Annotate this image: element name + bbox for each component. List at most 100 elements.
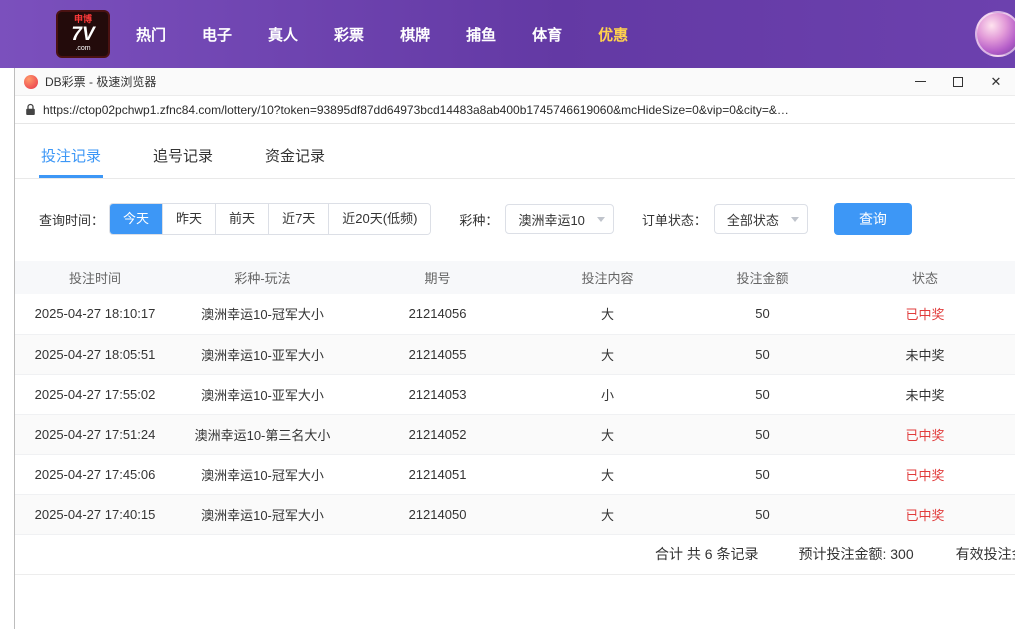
play-cell: 澳洲幸运10-亚军大小 xyxy=(175,334,350,375)
main-nav: 热门 电子 真人 彩票 棋牌 捕鱼 体育 优惠 xyxy=(136,24,664,45)
minimize-icon xyxy=(914,81,926,82)
bet-time-cell: 2025-04-27 17:51:24 xyxy=(15,414,175,455)
header-issue: 期号 xyxy=(350,261,525,294)
lottery-filter-label: 彩种： xyxy=(459,212,499,228)
minimize-button[interactable] xyxy=(901,68,939,96)
header-status: 状态 xyxy=(835,261,1015,294)
user-avatar[interactable] xyxy=(975,11,1015,57)
time-option-7days[interactable]: 近7天 xyxy=(268,204,329,234)
status-cell: 已中奖 xyxy=(835,494,1015,535)
play-cell: 澳洲幸运10-第三名大小 xyxy=(175,414,350,455)
issue-cell: 21214051 xyxy=(350,454,525,495)
chevron-down-icon xyxy=(790,216,799,222)
summary-bar: 合计 共 6 条记录 预计投注金额: 300 有效投注金 xyxy=(15,535,1015,575)
ssl-lock-icon xyxy=(26,103,35,115)
site-logo[interactable]: 申博 7V .com xyxy=(56,10,110,58)
status-cell: 已中奖 xyxy=(835,454,1015,495)
content-cell: 大 xyxy=(525,414,690,455)
time-range-group: 今天 昨天 前天 近7天 近20天(低频) xyxy=(109,203,432,235)
amount-cell: 50 xyxy=(690,334,835,375)
nav-item-live[interactable]: 真人 xyxy=(268,24,298,45)
header-bet-time: 投注时间 xyxy=(15,261,175,294)
content-cell: 大 xyxy=(525,494,690,535)
bet-time-cell: 2025-04-27 18:05:51 xyxy=(15,334,175,375)
logo-main-text: 7V xyxy=(71,24,95,46)
browser-window: DB彩票 - 极速浏览器 ✕ https://ctop02pchwp1.zfnc… xyxy=(14,68,1015,629)
amount-cell: 50 xyxy=(690,494,835,535)
tab-bet-records[interactable]: 投注记录 xyxy=(39,131,104,178)
content-cell: 大 xyxy=(525,454,690,495)
bet-time-cell: 2025-04-27 17:55:02 xyxy=(15,374,175,415)
order-status-value: 全部状态 xyxy=(726,212,779,228)
table-row[interactable]: 2025-04-27 17:51:24 澳洲幸运10-第三名大小 2121405… xyxy=(15,414,1015,455)
amount-cell: 50 xyxy=(690,414,835,455)
time-filter-label: 查询时间： xyxy=(39,212,105,228)
window-title: DB彩票 - 极速浏览器 xyxy=(45,75,157,89)
record-tabs: 投注记录 追号记录 资金记录 xyxy=(15,131,1015,179)
close-button[interactable]: ✕ xyxy=(977,68,1015,96)
nav-item-promotions[interactable]: 优惠 xyxy=(598,24,628,45)
nav-item-hot[interactable]: 热门 xyxy=(136,24,166,45)
time-option-today[interactable]: 今天 xyxy=(110,204,163,234)
lottery-select-value: 澳洲幸运10 xyxy=(518,212,585,228)
search-button[interactable]: 查询 xyxy=(833,203,912,235)
status-cell: 已中奖 xyxy=(835,294,1015,335)
filter-bar: 查询时间： 今天 昨天 前天 近7天 近20天(低频) 彩种： 澳洲幸运10 订… xyxy=(15,203,1015,235)
bet-records-table: 投注时间 彩种-玩法 期号 投注内容 投注金额 状态 2025-04-27 18… xyxy=(15,261,1015,535)
status-cell: 未中奖 xyxy=(835,334,1015,375)
issue-cell: 21214053 xyxy=(350,374,525,415)
nav-item-sports[interactable]: 体育 xyxy=(532,24,562,45)
nav-item-board-games[interactable]: 棋牌 xyxy=(400,24,430,45)
play-cell: 澳洲幸运10-冠军大小 xyxy=(175,294,350,335)
nav-item-fishing[interactable]: 捕鱼 xyxy=(466,24,496,45)
logo-sub-text: .com xyxy=(75,45,91,53)
order-status-select[interactable]: 全部状态 xyxy=(713,204,808,234)
window-titlebar[interactable]: DB彩票 - 极速浏览器 ✕ xyxy=(15,68,1015,96)
table-row[interactable]: 2025-04-27 17:55:02 澳洲幸运10-亚军大小 21214053… xyxy=(15,374,1015,415)
status-cell: 未中奖 xyxy=(835,374,1015,415)
header-amount: 投注金额 xyxy=(690,261,835,294)
maximize-button[interactable] xyxy=(939,68,977,96)
issue-cell: 21214056 xyxy=(350,294,525,335)
bet-time-cell: 2025-04-27 18:10:17 xyxy=(15,294,175,335)
time-option-yesterday[interactable]: 昨天 xyxy=(162,204,216,234)
nav-item-slots[interactable]: 电子 xyxy=(202,24,232,45)
chevron-down-icon xyxy=(596,216,605,222)
table-row[interactable]: 2025-04-27 18:10:17 澳洲幸运10-冠军大小 21214056… xyxy=(15,294,1015,335)
play-cell: 澳洲幸运10-冠军大小 xyxy=(175,454,350,495)
issue-cell: 21214055 xyxy=(350,334,525,375)
header-content: 投注内容 xyxy=(525,261,690,294)
bet-time-cell: 2025-04-27 17:40:15 xyxy=(15,494,175,535)
header-play: 彩种-玩法 xyxy=(175,261,350,294)
amount-cell: 50 xyxy=(690,294,835,335)
bet-time-cell: 2025-04-27 17:45:06 xyxy=(15,454,175,495)
amount-cell: 50 xyxy=(690,374,835,415)
status-filter-label: 订单状态： xyxy=(641,212,707,228)
url-bar[interactable]: https://ctop02pchwp1.zfnc84.com/lottery/… xyxy=(15,96,1015,124)
status-cell: 已中奖 xyxy=(835,414,1015,455)
content-cell: 大 xyxy=(525,294,690,335)
site-topbar: 申博 7V .com 热门 电子 真人 彩票 棋牌 捕鱼 体育 优惠 xyxy=(0,0,1015,68)
play-cell: 澳洲幸运10-亚军大小 xyxy=(175,374,350,415)
tab-fund-records[interactable]: 资金记录 xyxy=(263,131,327,178)
url-text[interactable]: https://ctop02pchwp1.zfnc84.com/lottery/… xyxy=(43,103,789,117)
play-cell: 澳洲幸运10-冠军大小 xyxy=(175,494,350,535)
time-option-20days[interactable]: 近20天(低频) xyxy=(328,204,431,234)
window-controls: ✕ xyxy=(901,68,1015,96)
issue-cell: 21214050 xyxy=(350,494,525,535)
nav-item-lottery[interactable]: 彩票 xyxy=(334,24,364,45)
table-header-row: 投注时间 彩种-玩法 期号 投注内容 投注金额 状态 xyxy=(15,261,1015,294)
lottery-select[interactable]: 澳洲幸运10 xyxy=(505,204,614,234)
table-row[interactable]: 2025-04-27 18:05:51 澳洲幸运10-亚军大小 21214055… xyxy=(15,334,1015,375)
valid-amount-text: 有效投注金 xyxy=(955,546,1015,562)
total-records-text: 合计 共 6 条记录 xyxy=(655,546,759,562)
tab-chase-records[interactable]: 追号记录 xyxy=(151,131,215,178)
issue-cell: 21214052 xyxy=(350,414,525,455)
expected-amount-text: 预计投注金额: 300 xyxy=(798,546,914,562)
content-cell: 小 xyxy=(525,374,690,415)
content-cell: 大 xyxy=(525,334,690,375)
table-row[interactable]: 2025-04-27 17:40:15 澳洲幸运10-冠军大小 21214050… xyxy=(15,494,1015,535)
time-option-day-before[interactable]: 前天 xyxy=(215,204,269,234)
table-row[interactable]: 2025-04-27 17:45:06 澳洲幸运10-冠军大小 21214051… xyxy=(15,454,1015,495)
maximize-icon xyxy=(953,76,963,87)
